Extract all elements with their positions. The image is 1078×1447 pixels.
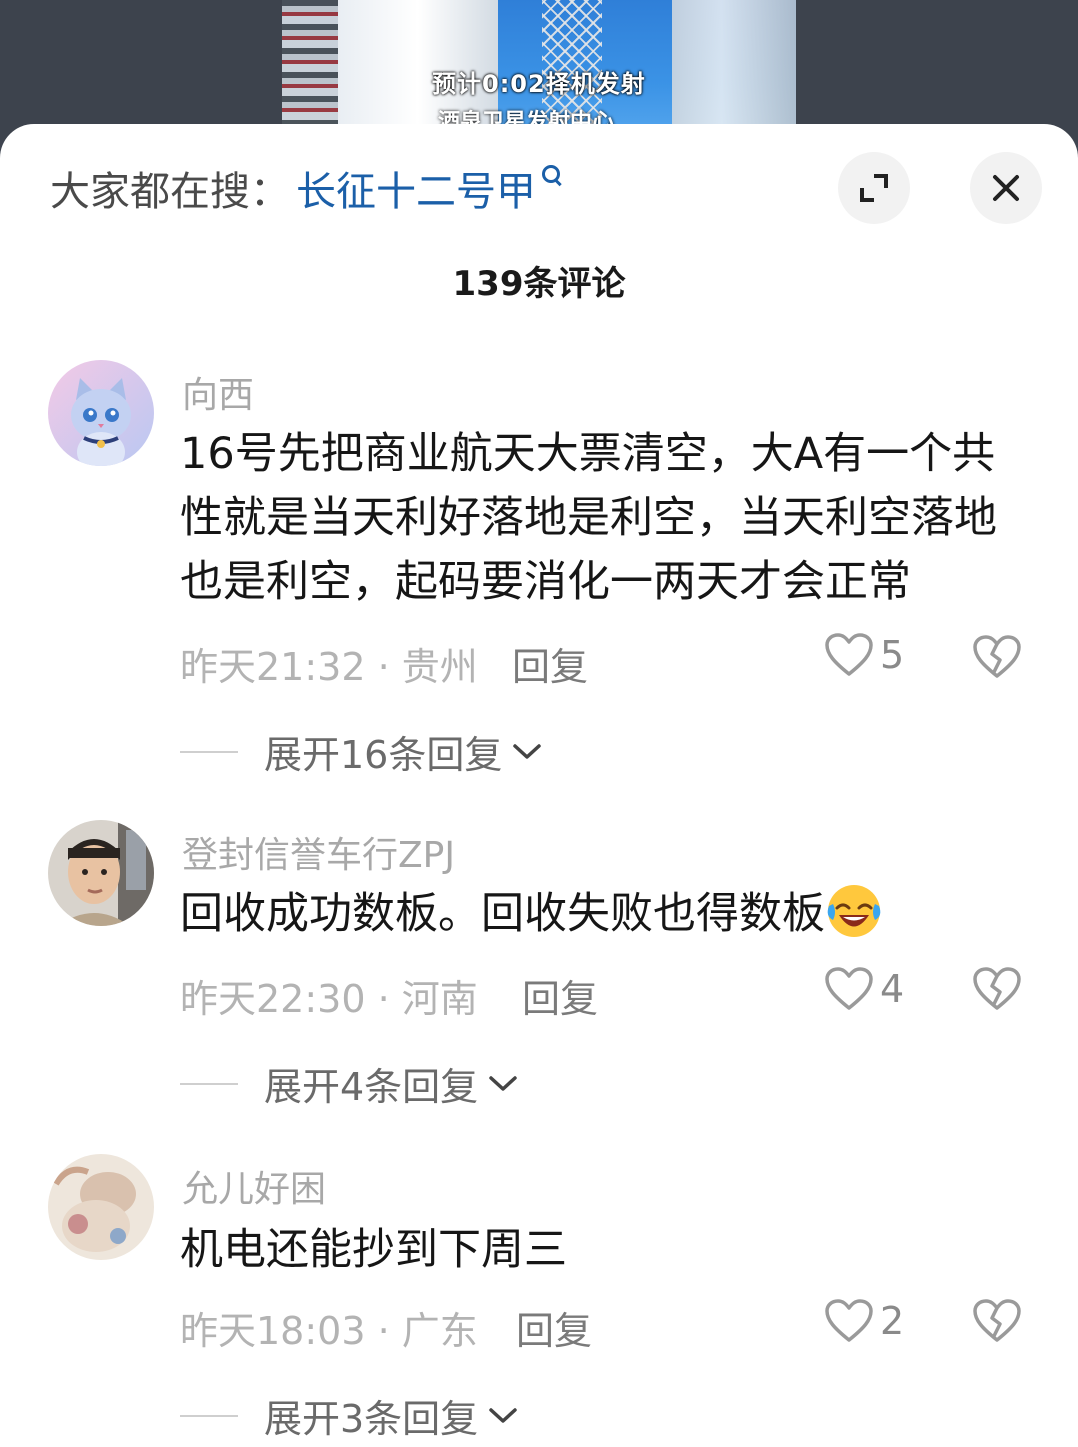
launch-tower-image [282, 0, 338, 140]
comment-username[interactable]: 允儿好困 [182, 1160, 326, 1212]
heart-icon [825, 633, 873, 676]
reply-button[interactable]: 回复 [522, 968, 598, 1023]
divider [180, 1082, 238, 1085]
trending-search-prefix: 大家都在搜： [50, 169, 290, 215]
reply-button[interactable]: 回复 [516, 1300, 592, 1355]
like-button[interactable]: 4 [824, 966, 904, 1012]
heart-icon [825, 1299, 873, 1342]
dislike-button[interactable] [972, 1298, 1022, 1348]
video-frame[interactable]: 预计0:02择机发射 酒泉卫星发射中心 [282, 0, 796, 140]
expand-replies-label: 展开3条回复 [264, 1397, 479, 1441]
expand-replies-button[interactable]: 展开16条回复 [180, 724, 542, 779]
comment-text: 机电还能抄到下周三 [180, 1225, 567, 1275]
heart-icon [825, 967, 873, 1010]
laughing-crying-emoji-icon [827, 884, 881, 937]
dislike-button[interactable] [972, 966, 1022, 1016]
expand-icon [860, 174, 888, 202]
comment-username[interactable]: 登封信誉车行ZPJ [182, 826, 455, 878]
like-count: 2 [880, 1299, 905, 1343]
trending-search-term[interactable]: 长征十二号甲 [296, 159, 536, 217]
divider [180, 750, 238, 753]
trending-search[interactable]: 大家都在搜： 长征十二号甲 [50, 163, 562, 215]
divider [180, 1414, 238, 1417]
broken-heart-icon [973, 1299, 1021, 1342]
like-button[interactable]: 5 [824, 632, 904, 678]
comment-text: 16号先把商业航天大票清空，大A有一个共性就是当天利好落地是利空，当天利空落地也… [180, 429, 997, 607]
comment-time-location: 昨天18:03 · 广东 [180, 1309, 478, 1353]
comment-text: 回收成功数板。回收失败也得数板 [180, 882, 1030, 946]
broken-heart-icon [973, 635, 1021, 678]
chevron-down-icon [513, 743, 542, 759]
close-icon [993, 175, 1019, 201]
search-icon [540, 163, 562, 185]
comment-time-location: 昨天21:32 · 贵州 [180, 645, 478, 689]
close-button[interactable] [970, 152, 1042, 224]
comment-time-location: 昨天22:30 · 河南 [180, 977, 478, 1021]
like-button[interactable]: 2 [824, 1298, 904, 1344]
service-tower-image [672, 0, 796, 140]
dislike-button[interactable] [972, 634, 1022, 684]
comment-username[interactable]: 向西 [182, 366, 254, 418]
expand-sheet-button[interactable] [838, 152, 910, 224]
expand-replies-label: 展开4条回复 [264, 1065, 479, 1109]
video-background: 预计0:02择机发射 酒泉卫星发射中心 [0, 0, 1078, 140]
reply-button[interactable]: 回复 [512, 636, 588, 691]
avatar[interactable] [48, 1154, 154, 1260]
comment-count-title: 139条评论 [452, 264, 626, 304]
avatar[interactable] [48, 360, 154, 466]
expand-replies-button[interactable]: 展开3条回复 [180, 1388, 518, 1443]
like-count: 5 [880, 633, 905, 677]
chevron-down-icon [489, 1075, 517, 1091]
chevron-down-icon [489, 1407, 517, 1423]
video-caption: 预计0:02择机发射 [432, 70, 646, 98]
comment-text-body: 回收成功数板。回收失败也得数板 [180, 889, 825, 939]
like-count: 4 [880, 967, 905, 1011]
expand-replies-button[interactable]: 展开4条回复 [180, 1056, 518, 1111]
avatar[interactable] [48, 820, 154, 926]
broken-heart-icon [973, 967, 1021, 1010]
comment-sheet: 大家都在搜： 长征十二号甲 139条评论 向西 16号先把商业航天大票清空，大A… [0, 124, 1078, 1447]
expand-replies-label: 展开16条回复 [264, 733, 503, 777]
